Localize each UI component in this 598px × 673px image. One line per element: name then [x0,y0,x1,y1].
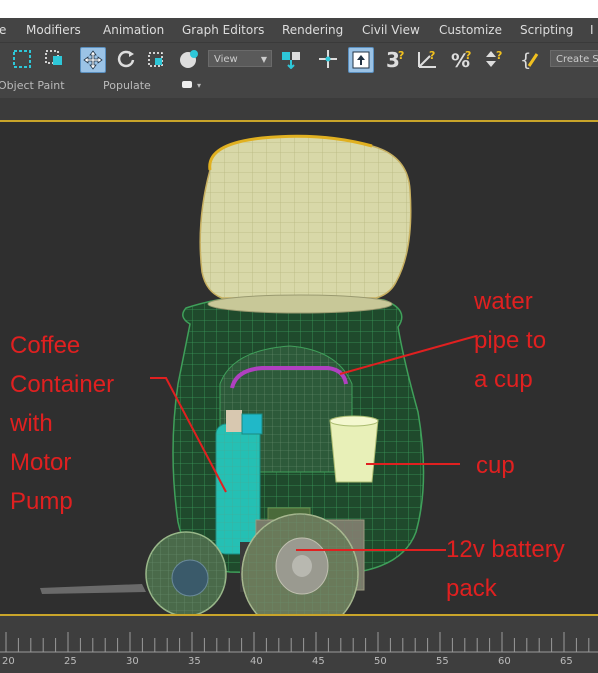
annotation-coffee-line: with [10,410,53,437]
timeline-tick-label: 55 [436,656,449,667]
annotation-battery: 12v battery pack [446,530,565,608]
annotation-battery-line: 12v battery [446,536,565,563]
tab-populate[interactable]: Populate [103,79,151,92]
named-selection-glyph: { [520,50,539,70]
menu-item-overflow[interactable]: I [590,23,594,37]
edit-named-selection-icon[interactable]: { [520,47,544,71]
menu-item-scripting[interactable]: Scripting [520,23,573,37]
svg-text:{: { [520,50,531,70]
menu-item-customize[interactable]: Customize [439,23,502,37]
chevron-down-icon: ▼ [260,55,267,64]
place-glyph [180,50,198,68]
angle-snap-icon[interactable]: ? [416,47,440,71]
annotation-coffee: Coffee Container with Motor Pump [10,326,114,521]
annotation-coffee-line: Pump [10,488,73,515]
manipulate-glyph [319,50,337,68]
ruler-ticks [0,632,598,653]
select-region-glyph [13,50,31,68]
snaps-glyph: 3? [386,48,404,70]
annotation-cup-line: cup [476,452,515,479]
annotation-battery-line: pack [446,575,497,602]
timeline-tick-label: 35 [188,656,201,667]
rotate-icon[interactable] [114,47,138,71]
window-crossing-icon[interactable] [42,47,66,71]
percent-snap-glyph: %? [451,49,471,70]
main-toolbar: View ▼ 3? ? %? ? { Create S [0,42,598,77]
timeline-tick-label: 25 [64,656,77,667]
timeline-tick-label: 65 [560,656,573,667]
shortcut-glyph [352,51,370,69]
tab-object-paint[interactable]: Object Paint [0,79,65,92]
timeline-tick-label: 60 [498,656,511,667]
select-move-icon[interactable] [80,47,106,73]
snaps-toggle-icon[interactable]: 3? [385,47,409,71]
timeline-tick-label: 45 [312,656,325,667]
ribbon-tabs: Object Paint Populate ▾ [0,76,598,98]
menu-item-file[interactable]: e [0,23,6,37]
move-glyph [83,50,103,70]
place-icon[interactable] [177,47,201,71]
scale-glyph [148,52,163,67]
svg-text:?: ? [465,49,471,62]
timeline-ruler[interactable]: 20 25 30 35 40 45 50 55 60 65 [0,616,598,673]
reference-coord-value: View [214,54,238,65]
select-manipulate-icon[interactable] [316,47,340,71]
angle-snap-glyph: ? [418,49,436,68]
create-selection-set-field[interactable]: Create S [550,50,598,67]
ribbon-panel-strip [0,98,598,120]
ribbon-toggle-chevron-icon[interactable]: ▾ [197,81,201,90]
menu-item-civil-view[interactable]: Civil View [362,23,420,37]
spinner-snap-glyph: ? [486,49,502,67]
ribbon-toggle-icon[interactable] [182,81,192,88]
percent-snap-icon[interactable]: %? [450,47,474,71]
cup [329,415,379,483]
coffee-container [215,410,263,555]
timeline-tick-label: 40 [250,656,263,667]
svg-text:?: ? [429,49,435,62]
svg-text:?: ? [398,49,404,62]
rotate-glyph [117,50,135,68]
perspective-viewport[interactable]: Coffee Container with Motor Pump water p… [0,122,598,614]
annotation-coffee-line: Motor [10,449,72,476]
max-window: e Modifiers Animation Graph Editors Rend… [0,18,598,673]
coffee-hopper [199,134,412,314]
timeline-tick-label: 50 [374,656,387,667]
menu-item-graph-editors[interactable]: Graph Editors [182,23,264,37]
ground-shadow [40,584,146,594]
reference-coord-dropdown[interactable]: View ▼ [208,50,272,67]
menu-item-modifiers[interactable]: Modifiers [26,23,81,37]
menu-bar: e Modifiers Animation Graph Editors Rend… [0,18,598,42]
scale-icon[interactable] [145,47,169,71]
annotation-coffee-line: Container [10,371,115,398]
keyboard-shortcut-toggle-icon[interactable] [348,47,374,73]
timeline-tick-label: 30 [126,656,139,667]
annotation-water-pipe-line: pipe to [474,327,547,354]
pivot-center-glyph [282,52,300,69]
window-crossing-glyph [45,50,62,65]
pivot-center-icon[interactable] [279,47,303,71]
select-region-icon[interactable] [10,47,34,71]
annotation-water-pipe: water pipe to a cup [474,282,546,399]
menu-item-animation[interactable]: Animation [103,23,164,37]
annotation-coffee-line: Coffee [10,332,81,359]
svg-text:?: ? [496,49,502,62]
menu-item-rendering[interactable]: Rendering [282,23,343,37]
timeline-tick-label: 20 [2,656,15,667]
annotation-water-pipe-line: a cup [474,366,533,393]
annotation-water-pipe-line: water [474,288,533,315]
spinner-snap-icon[interactable]: ? [482,47,506,71]
annotation-cup: cup [476,446,515,485]
